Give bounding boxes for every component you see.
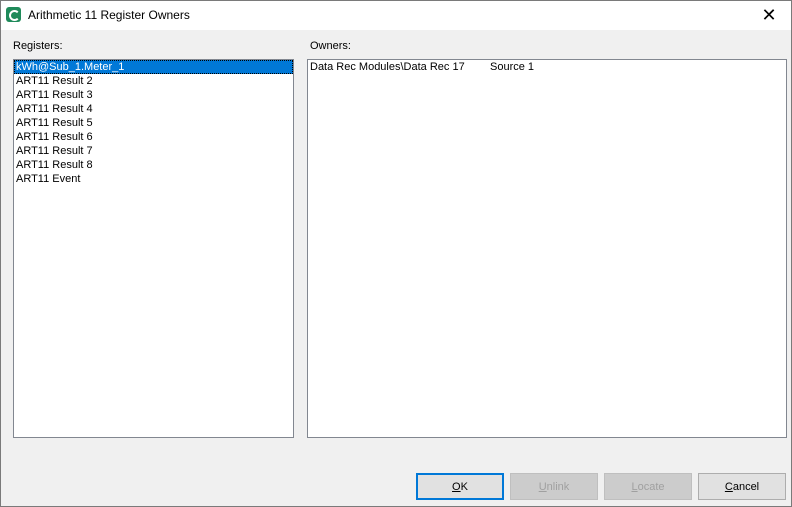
register-item[interactable]: ART11 Result 3 <box>14 88 293 102</box>
close-icon: ✕ <box>761 5 777 25</box>
cancel-mnemonic: C <box>724 480 733 493</box>
ok-label-rest: K <box>460 480 468 493</box>
owners-listbox[interactable]: Data Rec Modules\Data Rec 17 Source 1 <box>307 59 787 438</box>
register-item[interactable]: ART11 Result 5 <box>14 116 293 130</box>
register-item[interactable]: ART11 Result 8 <box>14 158 293 172</box>
dialog-window: Arithmetic 11 Register Owners ✕ Register… <box>0 0 792 507</box>
register-item[interactable]: ART11 Result 2 <box>14 74 293 88</box>
registers-label: Registers: <box>13 40 63 52</box>
unlink-button[interactable]: Unlink <box>510 473 598 500</box>
register-item[interactable]: ART11 Event <box>14 172 293 186</box>
ok-button[interactable]: OK <box>416 473 504 500</box>
locate-button[interactable]: Locate <box>604 473 692 500</box>
unlink-mnemonic: U <box>538 480 547 493</box>
register-item[interactable]: ART11 Result 6 <box>14 130 293 144</box>
locate-label-rest: ocate <box>637 480 665 493</box>
register-item[interactable]: ART11 Result 7 <box>14 144 293 158</box>
unlink-label-rest: nlink <box>546 480 570 493</box>
cancel-button[interactable]: Cancel <box>698 473 786 500</box>
owner-row[interactable]: Data Rec Modules\Data Rec 17 Source 1 <box>308 60 786 74</box>
register-item[interactable]: ART11 Result 4 <box>14 102 293 116</box>
owner-module: Data Rec Modules\Data Rec 17 <box>310 61 465 73</box>
app-icon <box>6 7 21 22</box>
window-title: Arithmetic 11 Register Owners <box>28 8 190 22</box>
ok-mnemonic: O <box>452 480 461 493</box>
owners-label: Owners: <box>310 40 351 52</box>
register-item[interactable]: kWh@Sub_1.Meter_1 <box>14 60 293 74</box>
cancel-label-rest: ancel <box>732 480 760 493</box>
registers-listbox[interactable]: kWh@Sub_1.Meter_1 ART11 Result 2 ART11 Res… <box>13 59 294 438</box>
close-button[interactable]: ✕ <box>747 1 791 30</box>
owner-input: Source 1 <box>490 61 535 73</box>
title-bar: Arithmetic 11 Register Owners ✕ <box>1 1 791 30</box>
